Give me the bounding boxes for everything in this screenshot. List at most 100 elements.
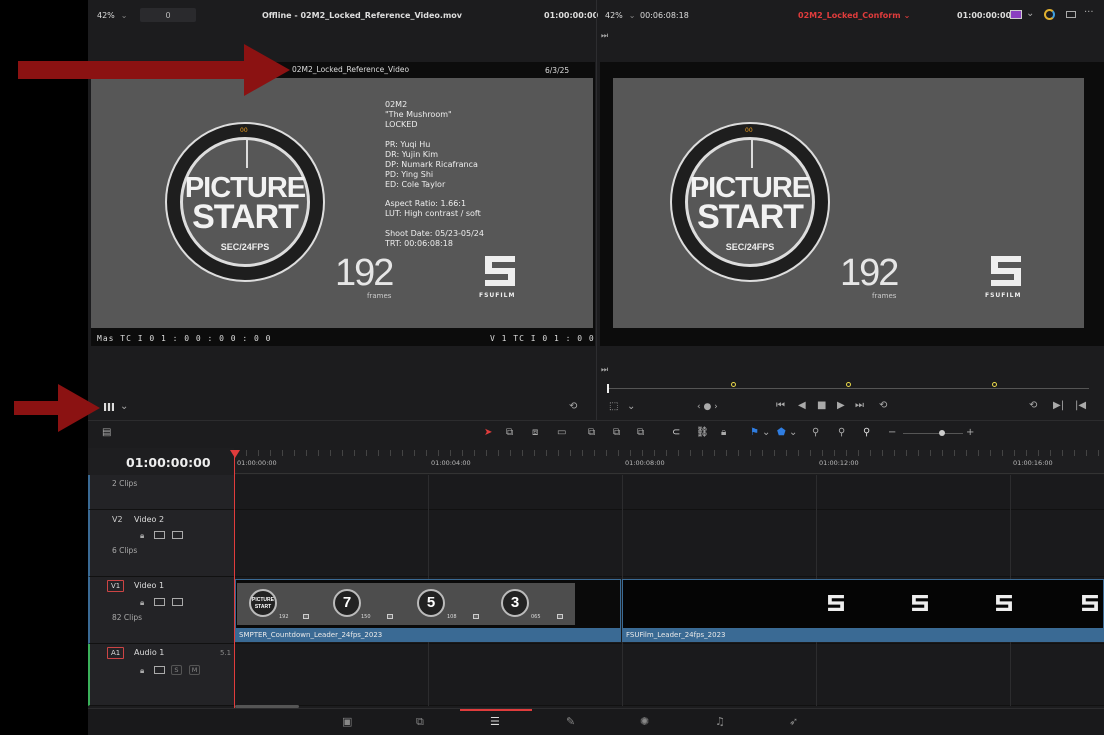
frame-field-value: 0 [165, 10, 171, 20]
zoom-out-icon[interactable]: − [888, 428, 896, 438]
track-badge[interactable]: A1 [107, 647, 125, 659]
lock-icon[interactable]: 🔒︎ [140, 598, 144, 608]
next-edit-icon[interactable]: ▶| [1053, 401, 1064, 411]
skip-end-icon[interactable]: ⏭ [855, 401, 864, 411]
thumb-frame-label: 192 [279, 614, 289, 620]
zoom-slider[interactable] [903, 433, 963, 434]
prev-edit-icon[interactable]: |◀ [1075, 401, 1086, 411]
fairlight-page-icon[interactable]: ♫ [715, 715, 725, 728]
auto-select-icon[interactable] [154, 598, 165, 606]
playhead-handle[interactable] [230, 450, 240, 458]
fusion-page-icon[interactable]: ✎ [566, 715, 575, 728]
blade-tool-icon[interactable]: ▭ [557, 428, 566, 438]
snap-icon[interactable]: ⊂ [672, 428, 680, 438]
left-leader-frame: 00 PICTURE START SEC/24FPS 192 frames 02… [91, 78, 593, 328]
edit-page-icon[interactable]: ☰ [490, 715, 500, 728]
crop-icon[interactable]: ⬚ [609, 402, 618, 412]
marker-dot[interactable] [846, 382, 851, 387]
dynamic-trim-icon[interactable]: ⧈ [532, 428, 538, 438]
right-duration: 00:06:08:18 [640, 10, 689, 20]
auto-select-icon[interactable] [154, 666, 165, 674]
mark-out-icon[interactable]: ⏭ [601, 365, 608, 375]
skip-start-icon[interactable]: ⏮ [776, 401, 785, 411]
zoom-in-icon[interactable]: + [966, 428, 974, 438]
deliver-page-icon[interactable]: ➶ [789, 715, 798, 728]
replace-clip-icon[interactable]: ⧉ [637, 428, 644, 438]
leader-line2: START [192, 198, 299, 236]
zoom-slider-thumb[interactable] [939, 430, 945, 436]
auto-select-icon[interactable] [154, 531, 165, 539]
timeline-view-icon[interactable]: ▤ [102, 428, 111, 438]
cut-page-icon[interactable]: ⧉ [416, 715, 424, 729]
chevron-down-icon[interactable]: ⌄ [1026, 9, 1034, 19]
color-icon[interactable] [1044, 9, 1055, 20]
timeline-timecode[interactable]: 01:00:00:00 [126, 455, 211, 470]
insert-clip-icon[interactable]: ⧉ [588, 428, 595, 438]
clip-color-icon[interactable] [1010, 10, 1022, 19]
stop-icon[interactable]: ■ [817, 401, 826, 411]
overlay-date: 6/3/25 [545, 66, 570, 75]
viewer-mode-icon[interactable] [1066, 11, 1076, 18]
loop-icon[interactable]: ⟲ [569, 402, 577, 412]
track-visibility-icon[interactable] [172, 531, 183, 539]
timeline-playhead[interactable] [234, 456, 235, 708]
right-zoom-value: 42% [605, 10, 623, 20]
thumb-picture-start: PICTURE START [249, 589, 277, 617]
zoom-full-icon[interactable]: ⚲ [812, 428, 819, 438]
lane-a1[interactable] [234, 644, 1104, 706]
lock-icon[interactable]: 🔒︎ [721, 428, 726, 438]
more-icon[interactable]: ··· [1084, 8, 1094, 18]
lock-icon[interactable]: 🔒︎ [140, 531, 144, 541]
marker-dot[interactable] [731, 382, 736, 387]
leader-frames-label: frames [872, 292, 897, 300]
solo-button[interactable]: S [171, 665, 182, 675]
timeline-clip[interactable]: PICTURE START 192 7 150 5 108 3 065 SMPT… [235, 579, 621, 642]
jog-icon[interactable]: ‹ ● › [697, 402, 718, 412]
zoom-detail-icon[interactable]: ⚲ [838, 428, 845, 438]
track-badge[interactable]: V2 [112, 515, 123, 524]
left-zoom[interactable]: 42% ⌄ [97, 7, 127, 23]
chevron-down-icon[interactable]: ⌄ [120, 402, 128, 412]
timeline-clip[interactable]: FSUFilm_Leader_24fps_2023 [622, 579, 1104, 642]
overwrite-clip-icon[interactable]: ⧉ [613, 428, 620, 438]
lock-icon[interactable]: 🔒︎ [140, 666, 144, 676]
track-header-a1[interactable]: A1 Audio 1 5.1 🔒︎ S M [88, 644, 234, 706]
chevron-down-icon[interactable]: ⌄ [627, 402, 635, 412]
match-frame-icon[interactable]: ⟲ [1029, 401, 1037, 411]
track-badge[interactable]: V1 [107, 580, 125, 592]
mark-in-icon[interactable]: ⏭ [601, 31, 608, 41]
frame-field[interactable]: 0 [140, 8, 196, 22]
lane-v2[interactable] [234, 510, 1104, 577]
play-icon[interactable]: ▶ [837, 401, 845, 411]
thumb-frame-label: 108 [447, 614, 457, 620]
reverse-icon[interactable]: ◀ [798, 401, 806, 411]
selection-tool-icon[interactable]: ➤ [484, 428, 492, 438]
checkerboard-icon[interactable] [104, 403, 114, 411]
chevron-down-icon[interactable]: ⌄ [762, 428, 770, 438]
marker-icon[interactable]: ⬟ [777, 428, 786, 438]
trim-tool-icon[interactable]: ⧉ [506, 428, 513, 438]
mute-button[interactable]: M [189, 665, 200, 675]
track-visibility-icon[interactable] [172, 598, 183, 606]
track-header-v3[interactable]: 2 Clips [88, 475, 234, 510]
chevron-down-icon[interactable]: ⌄ [789, 428, 797, 438]
color-page-icon[interactable]: ✺ [640, 715, 649, 728]
track-header-v1[interactable]: V1 Video 1 🔒︎ 82 Clips [88, 577, 234, 644]
media-page-icon[interactable]: ▣ [342, 715, 352, 728]
right-zoom[interactable]: 42% ⌄ [605, 7, 635, 23]
loop-icon[interactable]: ⟲ [879, 401, 887, 411]
slate-title: 02M2 "The Mushroom" LOCKED [385, 100, 452, 129]
flag-icon[interactable]: ⚑ [750, 428, 759, 438]
ruler-label: 01:00:04:00 [431, 459, 471, 467]
marker-dot[interactable] [992, 382, 997, 387]
scrub-playhead[interactable] [607, 384, 609, 393]
track-header-v2[interactable]: V2 Video 2 🔒︎ 6 Clips [88, 510, 234, 577]
timeline-dropdown[interactable]: 02M2_Locked_Conform ⌄ [798, 7, 910, 23]
slate-dates: Shoot Date: 05/23-05/24 TRT: 00:06:08:18 [385, 229, 484, 248]
timeline-ruler[interactable]: 01:00:00:00 01:00:04:00 01:00:08:00 01:0… [234, 450, 1104, 474]
leader-dial: 00 PICTURE START SEC/24FPS [165, 122, 325, 282]
zoom-custom-icon[interactable]: ⚲ [863, 428, 870, 438]
scrub-bar[interactable] [607, 388, 1089, 389]
link-icon[interactable]: ⛓ [696, 428, 709, 438]
lane-v3[interactable] [234, 475, 1104, 510]
